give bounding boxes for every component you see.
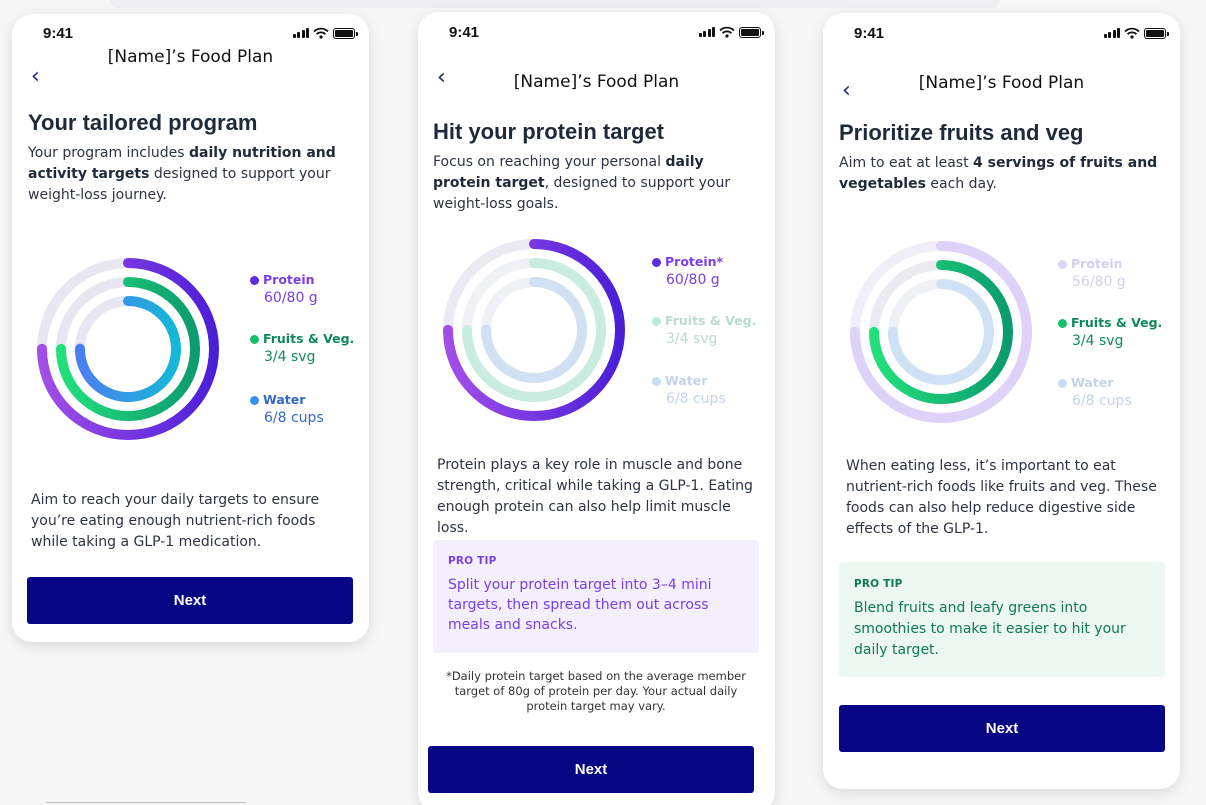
page-title: Hit your protein target <box>433 119 665 144</box>
status-time: 9:41 <box>43 25 74 42</box>
legend-value: 60/80 g <box>264 290 318 306</box>
legend-value: 3/4 svg <box>264 349 316 365</box>
legend-value: 56/80 g <box>1072 274 1126 290</box>
protein-dot-icon <box>652 258 661 267</box>
legend-label: Water <box>1071 375 1114 390</box>
progress-rings-chart <box>850 241 1032 423</box>
legend-item-water: Water 6/8 cups <box>652 373 726 407</box>
nav-title: [Name]’s Food Plan <box>513 72 680 92</box>
legend-label: Protein* <box>665 254 724 269</box>
battery-icon <box>1144 27 1169 39</box>
signal-icon <box>292 28 309 38</box>
wifi-icon <box>313 27 329 39</box>
pro-tip-label: PRO TIP <box>448 555 497 567</box>
protein-dot-icon <box>1058 260 1067 269</box>
nav-title: [Name]’s Food Plan <box>918 73 1085 93</box>
battery-icon <box>333 27 358 39</box>
status-icons <box>698 26 764 38</box>
protein-dot-icon <box>250 276 259 285</box>
legend-value: 6/8 cups <box>666 391 726 407</box>
page-title: Your tailored program <box>28 110 258 135</box>
battery-icon <box>739 26 764 38</box>
water-dot-icon <box>1058 379 1067 388</box>
phone-screen-fruits-veg: 9:41 [Name]’s Food Plan ‹ Prioritize fru… <box>823 13 1180 789</box>
background-divider <box>46 802 246 803</box>
back-chevron-icon[interactable]: ‹ <box>842 80 851 102</box>
footnote: *Daily protein target based on the avera… <box>446 669 746 713</box>
pro-tip-text: Blend fruits and leafy greens into smoot… <box>854 600 1126 658</box>
status-time: 9:41 <box>449 24 480 41</box>
pro-tip-label: PRO TIP <box>854 578 903 590</box>
pro-tip-text: Split your protein target into 3–4 mini … <box>448 577 712 633</box>
next-button[interactable]: Next <box>27 577 353 624</box>
intro-text: Your program includes daily nutrition an… <box>28 145 336 203</box>
fruits-veg-dot-icon <box>1058 319 1067 328</box>
signal-icon <box>698 27 715 37</box>
legend-label: Water <box>665 373 708 388</box>
legend-item-fruits-veg: Fruits & Veg. 3/4 svg <box>250 331 354 365</box>
page-title: Prioritize fruits and veg <box>839 120 1084 145</box>
wifi-icon <box>719 26 735 38</box>
legend-item-fruits-veg: Fruits & Veg. 3/4 svg <box>1058 315 1162 349</box>
intro-text: Aim to eat at least 4 servings of fruits… <box>839 155 1158 192</box>
legend-item-water: Water 6/8 cups <box>250 392 324 426</box>
next-button[interactable]: Next <box>428 746 754 793</box>
legend-label: Fruits & Veg. <box>665 313 757 328</box>
intro-text: Focus on reaching your personal daily pr… <box>433 154 731 212</box>
legend-item-protein: Protein 60/80 g <box>250 272 318 306</box>
legend-label: Fruits & Veg. <box>263 331 355 346</box>
legend-value: 60/80 g <box>666 272 720 288</box>
fruits-veg-dot-icon <box>250 335 259 344</box>
legend-label: Fruits & Veg. <box>1071 315 1163 330</box>
legend-value: 6/8 cups <box>264 410 324 426</box>
legend-value: 6/8 cups <box>1072 393 1132 409</box>
legend-item-protein: Protein* 60/80 g <box>652 254 723 288</box>
progress-rings-chart <box>37 258 219 440</box>
pro-tip-card: PRO TIP Blend fruits and leafy greens in… <box>839 562 1165 677</box>
legend-item-protein: Protein 56/80 g <box>1058 256 1126 290</box>
legend-label: Protein <box>263 272 315 287</box>
status-time: 9:41 <box>854 25 885 42</box>
wifi-icon <box>1124 27 1140 39</box>
body-text: When eating less, it’s important to eat … <box>846 458 1157 537</box>
fruits-veg-dot-icon <box>652 317 661 326</box>
pro-tip-card: PRO TIP Split your protein target into 3… <box>433 540 759 653</box>
signal-icon <box>1103 28 1120 38</box>
water-dot-icon <box>250 396 259 405</box>
status-icons <box>1103 27 1169 39</box>
legend-item-fruits-veg: Fruits & Veg. 3/4 svg <box>652 313 756 347</box>
nav-title: [Name]’s Food Plan <box>107 47 274 67</box>
legend-value: 3/4 svg <box>1072 333 1124 349</box>
back-chevron-icon[interactable]: ‹ <box>31 66 40 88</box>
body-text: Aim to reach your daily targets to ensur… <box>31 492 320 550</box>
legend-value: 3/4 svg <box>666 331 718 347</box>
legend-label: Water <box>263 392 306 407</box>
status-icons <box>292 27 358 39</box>
legend-item-water: Water 6/8 cups <box>1058 375 1132 409</box>
background-window-edge <box>110 0 1000 8</box>
legend-label: Protein <box>1071 256 1123 271</box>
next-button[interactable]: Next <box>839 705 1165 752</box>
progress-rings-chart <box>443 239 625 421</box>
body-text: Protein plays a key role in muscle and b… <box>437 457 753 536</box>
water-dot-icon <box>652 377 661 386</box>
phone-screen-tailored-program: 9:41 [Name]’s Food Plan ‹ Your tailored … <box>12 14 369 642</box>
phone-screen-protein-target: 9:41 ‹ [Name]’s Food Plan Hit your prote… <box>418 12 775 805</box>
